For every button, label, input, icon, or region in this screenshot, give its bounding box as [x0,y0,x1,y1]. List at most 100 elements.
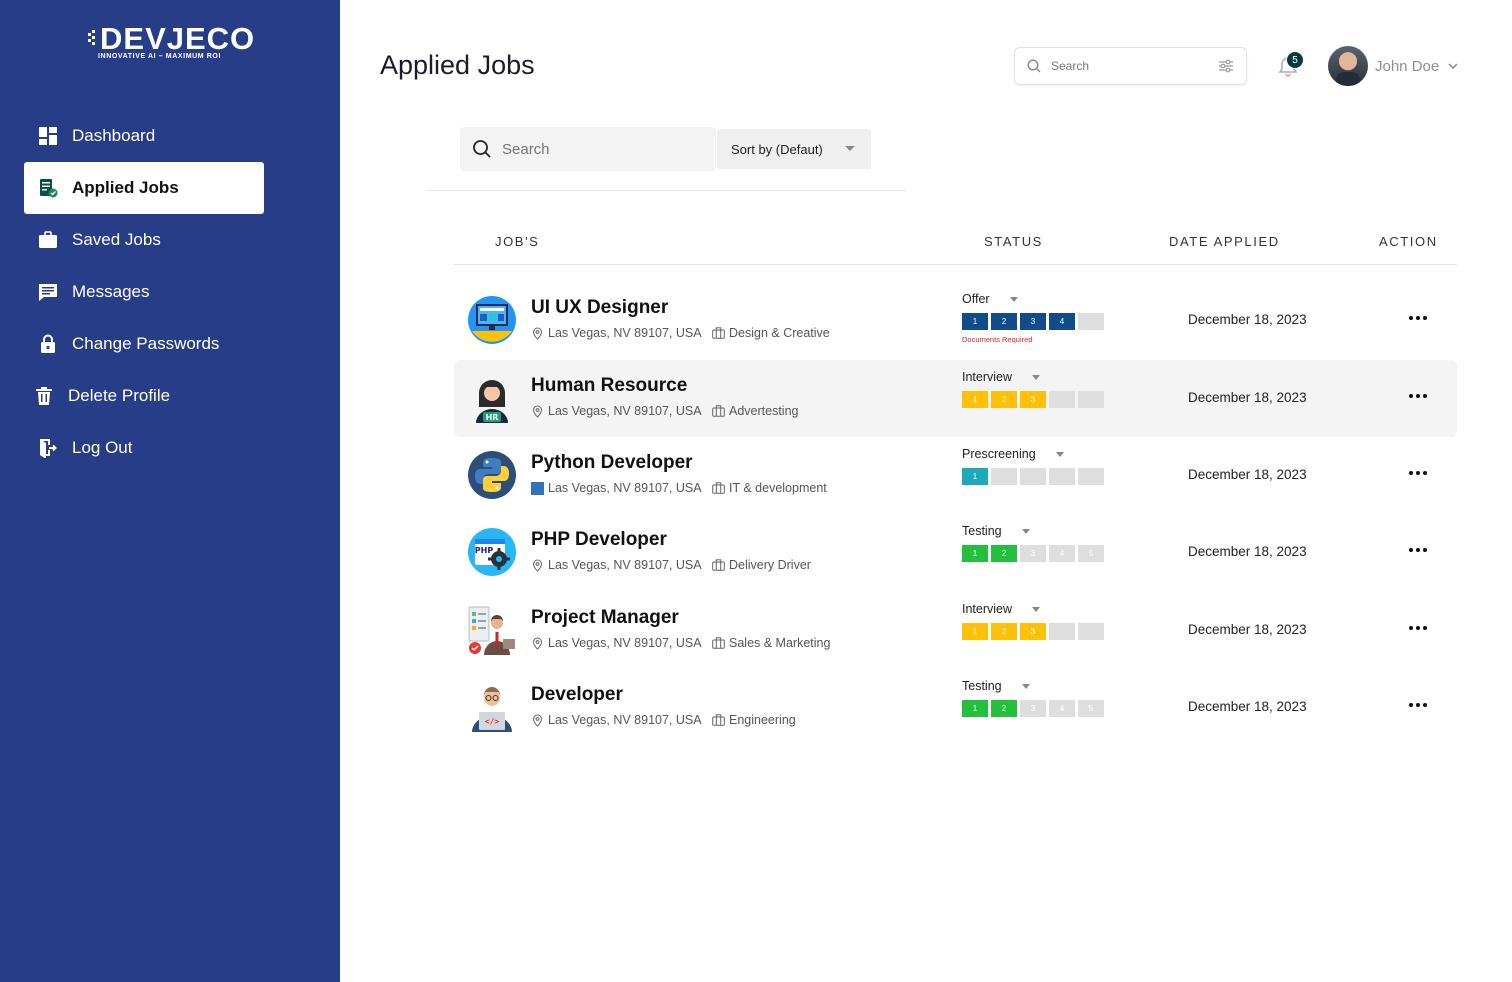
caret-down-icon [1032,606,1041,612]
jobs-search[interactable] [460,127,716,171]
sidebar-item-dashboard[interactable]: Dashboard [24,110,264,162]
more-actions-icon[interactable] [1406,386,1430,406]
status-dropdown[interactable]: Offer [962,292,1018,306]
date-applied: December 18, 2023 [1188,390,1307,405]
job-category-text: Advertesting [729,404,799,418]
sidebar-item-label: Messages [72,282,150,301]
status-step: 1 [962,623,988,640]
job-title[interactable]: Developer [531,684,623,706]
sidebar-item-change-passwords[interactable]: Change Passwords [24,318,264,370]
job-title[interactable]: Human Resource [531,375,687,397]
search-icon [1027,59,1041,73]
status-note: Documents Required [962,335,1033,344]
status-step [1049,623,1075,640]
more-actions-icon[interactable] [1406,463,1430,483]
status-dropdown[interactable]: Prescreening [962,447,1064,461]
sort-dropdown[interactable]: Sort by (Defaut) [717,129,871,169]
header-search-input[interactable] [1051,59,1201,73]
brand-logo[interactable]: DEVJECO INNOVATIVE AI – MAXIMUM ROI [88,22,255,60]
brand-name: DEVJECO [100,21,256,56]
sidebar-item-messages[interactable]: Messages [24,266,264,318]
status-step [1078,468,1104,485]
table-row[interactable]: UI UX Designer Las Vegas, NV 89107, USA … [454,282,1457,359]
date-applied: December 18, 2023 [1188,312,1307,327]
status-step: 1 [962,545,988,562]
job-category-text: Sales & Marketing [729,636,831,650]
status-dropdown[interactable]: Interview [962,602,1041,616]
svg-text:</>: </> [485,717,500,726]
status-step: 1 [962,391,988,408]
status-step: 2 [991,391,1017,408]
status-step: 1 [962,313,988,330]
job-location: Las Vegas, NV 89107, USA [531,713,702,727]
column-header-date-applied: DATE APPLIED [1169,234,1280,249]
jobs-search-input[interactable] [502,140,682,158]
notification-badge: 5 [1286,51,1304,69]
table-row[interactable]: Project Manager Las Vegas, NV 89107, USA… [454,592,1457,669]
sidebar-item-delete-profile[interactable]: Delete Profile [24,370,264,422]
location-marker-icon [531,481,544,495]
dashboard-icon [38,126,58,146]
avatar[interactable] [1328,46,1368,86]
more-actions-icon[interactable] [1406,540,1430,560]
ui-ux-designer-icon [467,295,517,345]
header-divider [454,264,1457,265]
job-category-text: IT & development [729,481,827,495]
status-step: 2 [991,700,1017,717]
filter-settings-icon[interactable] [1218,58,1234,74]
more-actions-icon[interactable] [1406,695,1430,715]
sidebar-item-label: Log Out [72,438,133,457]
job-category-text: Design & Creative [729,326,830,340]
job-location: Las Vegas, NV 89107, USA [531,636,702,650]
status-text: Testing [962,679,1002,693]
date-applied: December 18, 2023 [1188,699,1307,714]
table-row[interactable]: PHP PHP Developer Las Vegas, NV 89107, U… [454,514,1457,591]
job-location-text: Las Vegas, NV 89107, USA [548,326,702,340]
job-category: IT & development [712,481,827,495]
table-row[interactable]: </> Developer Las Vegas, NV 89107, USA E… [454,669,1457,746]
sidebar-item-applied-jobs[interactable]: Applied Jobs [24,162,264,214]
project-manager-icon [467,605,517,655]
job-category: Sales & Marketing [712,636,830,650]
sort-label: Sort by (Defaut) [731,141,823,157]
sidebar-item-saved-jobs[interactable]: Saved Jobs [24,214,264,266]
status-text: Interview [962,370,1013,384]
date-applied: December 18, 2023 [1188,544,1307,559]
more-actions-icon[interactable] [1406,308,1430,328]
job-category: Design & Creative [712,326,830,340]
status-progress: 1234 [962,313,1104,330]
table-row[interactable]: Python Developer Las Vegas, NV 89107, US… [454,437,1457,514]
job-title[interactable]: UI UX Designer [531,297,668,319]
job-location-text: Las Vegas, NV 89107, USA [548,558,702,572]
header-search[interactable] [1014,47,1247,85]
job-title[interactable]: Project Manager [531,607,679,629]
briefcase-icon [712,559,725,571]
job-location-text: Las Vegas, NV 89107, USA [548,404,702,418]
briefcase-icon [712,714,725,726]
status-step: 5 [1078,545,1104,562]
more-actions-icon[interactable] [1406,618,1430,638]
status-step [1020,468,1046,485]
status-dropdown[interactable]: Testing [962,524,1030,538]
job-category-text: Delivery Driver [729,558,811,572]
svg-text:PHP: PHP [475,546,494,555]
user-name[interactable]: John Doe [1375,58,1439,75]
status-text: Testing [962,524,1002,538]
briefcase-icon [712,637,725,649]
table-row[interactable]: HR Human Resource Las Vegas, NV 89107, U… [454,360,1457,437]
chevron-down-icon[interactable] [1447,60,1459,72]
caret-down-icon [1021,683,1030,689]
caret-down-icon [1021,528,1030,534]
job-title[interactable]: Python Developer [531,452,693,474]
status-dropdown[interactable]: Testing [962,679,1030,693]
sidebar-item-log-out[interactable]: Log Out [24,422,264,474]
status-dropdown[interactable]: Interview [962,370,1041,384]
job-location: Las Vegas, NV 89107, USA [531,481,702,495]
trash-icon [34,386,54,406]
status-step: 1 [962,700,988,717]
job-title[interactable]: PHP Developer [531,529,667,551]
caret-down-icon [1009,296,1018,302]
status-progress: 123 [962,623,1104,640]
lock-icon [38,334,58,354]
status-step: 3 [1020,700,1046,717]
